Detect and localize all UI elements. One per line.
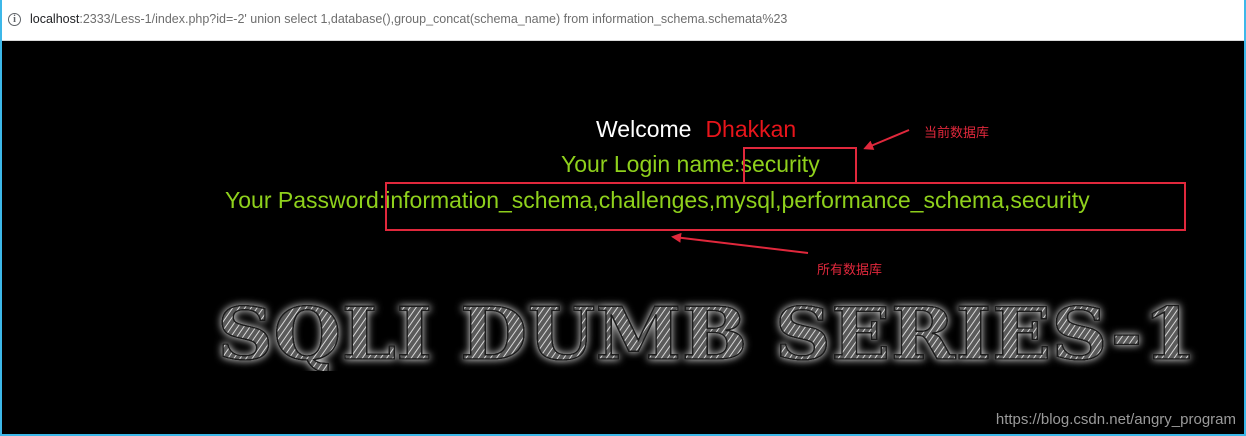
watermark: https://blog.csdn.net/angry_program <box>995 411 1236 428</box>
annotation-arrows <box>671 129 910 254</box>
all-db-arrow <box>671 232 809 254</box>
current-db-arrow <box>863 129 910 150</box>
current-db-annotation: 当前数据库 <box>924 126 990 141</box>
all-db-annotation: 所有数据库 <box>817 263 883 278</box>
